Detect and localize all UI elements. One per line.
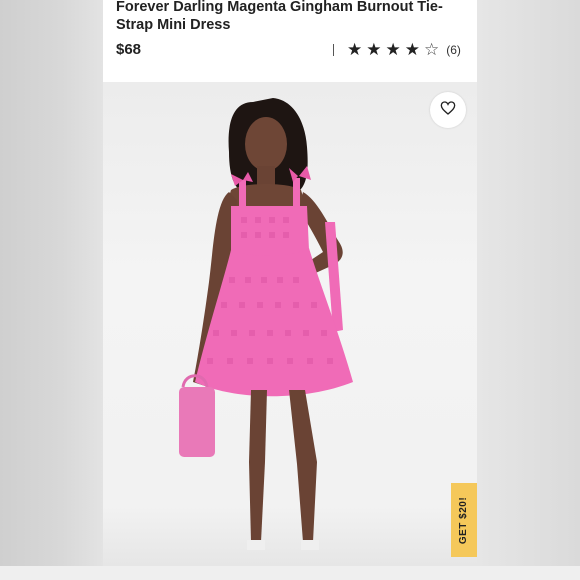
product-photo: GET $20! <box>103 82 477 566</box>
left-backdrop <box>0 0 103 580</box>
favorite-button[interactable] <box>430 92 466 128</box>
rating-divider <box>333 44 334 56</box>
product-card: Forever Darling Magenta Gingham Burnout … <box>103 0 477 566</box>
star-outline-icon: ☆ <box>424 40 440 59</box>
product-title[interactable]: Forever Darling Magenta Gingham Burnout … <box>116 0 461 34</box>
right-backdrop <box>477 0 580 580</box>
bottom-backdrop <box>0 566 580 580</box>
rating-row[interactable]: ★ ★ ★ ★ ☆ (6) <box>333 40 461 60</box>
star-icon: ★ <box>404 40 420 59</box>
promo-label: GET $20! <box>458 496 470 544</box>
star-icon: ★ <box>366 40 382 59</box>
heart-icon <box>440 100 456 121</box>
star-icon: ★ <box>347 40 363 59</box>
model-wearing-dress <box>179 98 353 550</box>
star-icon: ★ <box>385 40 401 59</box>
product-price: $68 <box>116 41 142 58</box>
review-count[interactable]: (6) <box>446 43 461 57</box>
promo-tab[interactable]: GET $20! <box>451 483 477 557</box>
